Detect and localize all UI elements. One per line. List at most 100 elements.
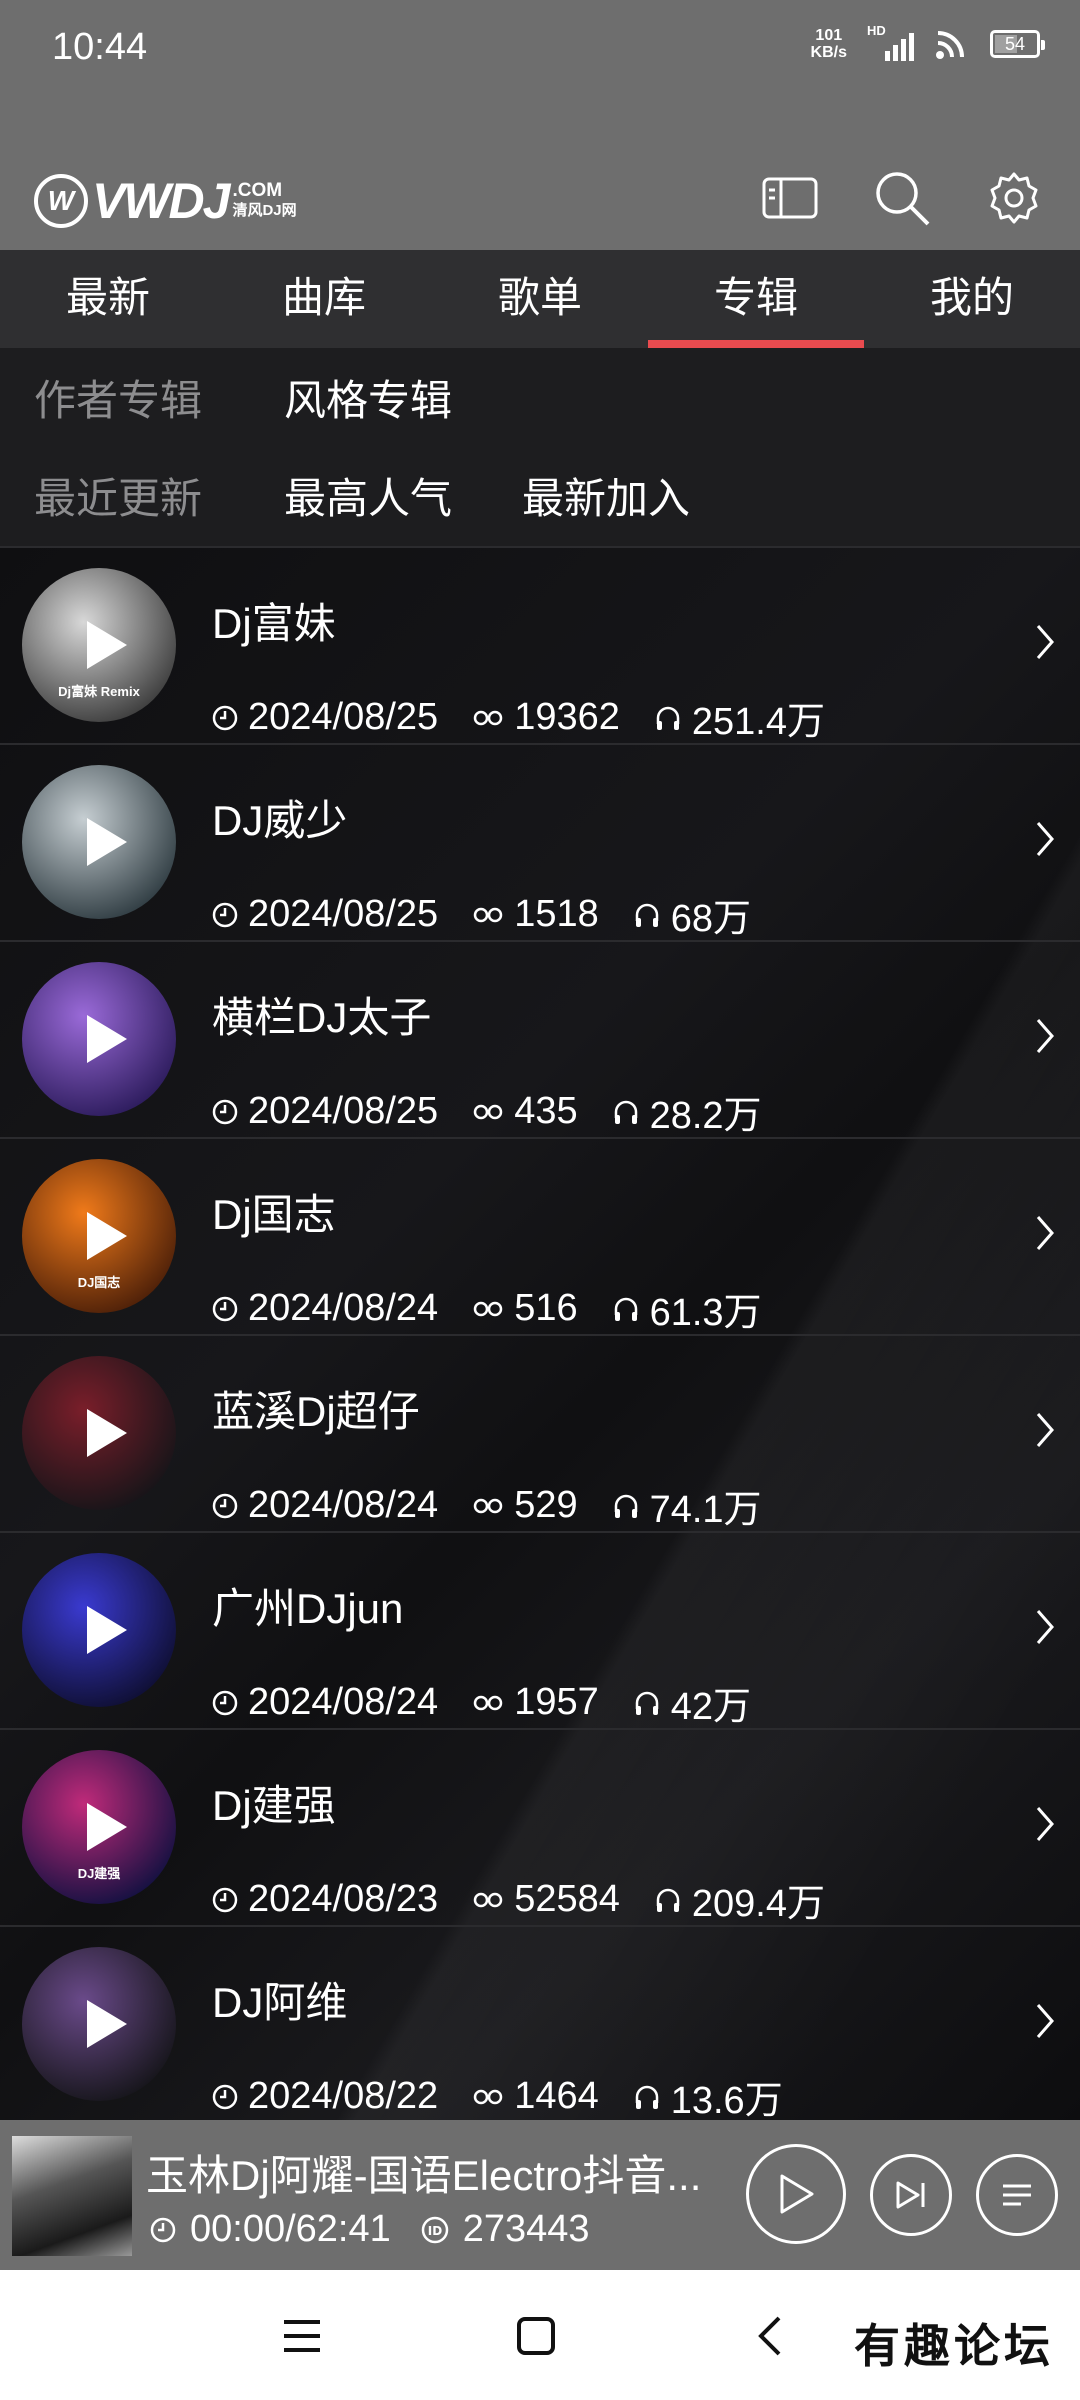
album-cover[interactable]: DJ建强 [22, 1750, 176, 1904]
chevron-right-icon[interactable] [1034, 1014, 1058, 1063]
chevron-right-icon[interactable] [1034, 1605, 1058, 1654]
tab-mine[interactable]: 我的 [864, 250, 1080, 348]
album-date: 2024/08/25 [248, 696, 439, 738]
sort-newest-added[interactable]: 最新加入 [522, 465, 690, 526]
album-row[interactable]: 蓝溪Dj超仔 2024/08/24 529 74.1万 [0, 1334, 1080, 1531]
tablet-icon[interactable] [760, 168, 820, 228]
album-row[interactable]: DJ建强 Dj建强 2024/08/23 52584 209.4万 [0, 1728, 1080, 1925]
album-row[interactable]: DJ威少 2024/08/25 1518 68万 [0, 743, 1080, 940]
album-date: 2024/08/22 [248, 2075, 439, 2117]
album-row[interactable]: DJ国志 Dj国志 2024/08/24 516 61.3万 [0, 1137, 1080, 1334]
next-button[interactable] [870, 2154, 952, 2236]
play-icon[interactable] [87, 1803, 127, 1851]
infinity-icon [473, 1695, 503, 1710]
filter-author-albums[interactable]: 作者专辑 [34, 367, 284, 428]
chevron-right-icon[interactable] [1034, 1408, 1058, 1457]
album-title: 蓝溪Dj超仔 [212, 1388, 420, 1435]
play-icon[interactable] [87, 1606, 127, 1654]
album-cover[interactable] [22, 962, 176, 1116]
nav-home-button[interactable] [506, 2306, 566, 2366]
play-icon[interactable] [87, 1212, 127, 1260]
album-row[interactable]: 横栏DJ太子 2024/08/25 435 28.2万 [0, 940, 1080, 1137]
clock-icon [150, 2217, 176, 2242]
skip-next-icon [896, 2181, 925, 2209]
album-cover[interactable]: Dj富妹 Remix [22, 568, 176, 722]
headphones-icon [614, 1297, 637, 1321]
logo-mark: W [34, 174, 88, 228]
album-cover-text: DJ建强 [77, 1866, 121, 1881]
chevron-right-icon [1036, 1413, 1054, 1447]
album-title: DJ阿维 [212, 1979, 348, 2026]
logo-subtext: .COM 清风DJ网 [232, 181, 296, 221]
mini-player[interactable]: 玉林Dj阿耀-国语Electro抖音... 00:00/62:41 ID 273… [0, 2120, 1080, 2270]
nav-back-button[interactable] [740, 2306, 800, 2366]
chevron-right-icon[interactable] [1034, 817, 1058, 866]
headphones-icon [635, 2085, 658, 2109]
search-icon[interactable] [872, 168, 932, 228]
chevron-right-icon [1036, 1216, 1054, 1250]
chevron-right-icon[interactable] [1034, 1802, 1058, 1851]
album-cover[interactable] [22, 1356, 176, 1510]
tab-playlists[interactable]: 歌单 [432, 250, 648, 348]
chevron-right-icon[interactable] [1034, 1999, 1058, 2048]
album-meta: 2024/08/25 435 28.2万 [212, 1084, 796, 1139]
album-date: 2024/08/24 [248, 1287, 439, 1329]
infinity-icon [473, 907, 503, 922]
app-logo: W VWDJ .COM 清风DJ网 [34, 172, 297, 230]
sort-most-popular[interactable]: 最高人气 [284, 465, 452, 526]
album-links: 1957 [514, 1681, 599, 1723]
album-meta: 2024/08/23 52584 209.4万 [212, 1872, 859, 1927]
album-cover[interactable]: DJ国志 [22, 1159, 176, 1313]
chevron-right-icon [1036, 822, 1054, 856]
album-cover[interactable] [22, 1947, 176, 2101]
clock-icon [212, 705, 238, 730]
album-date: 2024/08/24 [248, 1484, 439, 1526]
tab-library[interactable]: 曲库 [216, 250, 432, 348]
chevron-right-icon[interactable] [1034, 1211, 1058, 1260]
play-button[interactable] [746, 2144, 846, 2244]
album-date: 2024/08/25 [248, 1090, 439, 1132]
album-cover[interactable] [22, 1553, 176, 1707]
album-plays: 251.4万 [691, 701, 825, 743]
clock-icon [212, 1296, 238, 1321]
album-row[interactable]: DJ阿维 2024/08/22 1464 13.6万 [0, 1925, 1080, 2120]
album-links: 529 [514, 1484, 578, 1526]
album-date: 2024/08/24 [248, 1681, 439, 1723]
battery-icon: 54 [990, 30, 1045, 58]
album-row[interactable]: 广州DJjun 2024/08/24 1957 42万 [0, 1531, 1080, 1728]
album-cover[interactable] [22, 765, 176, 919]
album-meta: 2024/08/25 19362 251.4万 [212, 690, 859, 745]
play-icon[interactable] [87, 621, 127, 669]
gear-icon[interactable] [984, 168, 1044, 228]
album-title: Dj建强 [212, 1782, 336, 1829]
play-icon[interactable] [87, 2000, 127, 2048]
player-song-title: 玉林Dj阿耀-国语Electro抖音... [146, 2152, 702, 2199]
status-icons: 101 KB/s HD 54 [811, 22, 1045, 66]
album-date: 2024/08/23 [248, 1878, 439, 1920]
album-row[interactable]: Dj富妹 Remix Dj富妹 2024/08/25 19362 251.4万 [0, 546, 1080, 743]
filter-style-albums[interactable]: 风格专辑 [284, 367, 452, 428]
album-links: 516 [514, 1287, 578, 1329]
sort-recent-updated[interactable]: 最近更新 [34, 465, 284, 526]
chevron-right-icon [1036, 625, 1054, 659]
nav-menu-button[interactable] [272, 2306, 332, 2366]
play-icon[interactable] [87, 818, 127, 866]
chevron-right-icon[interactable] [1034, 620, 1058, 669]
clock-icon [212, 902, 238, 927]
playlist-button[interactable] [976, 2154, 1058, 2236]
tab-albums[interactable]: 专辑 [648, 250, 864, 348]
chevron-right-icon [1036, 2004, 1054, 2038]
main-tabs: 最新 曲库 歌单 专辑 我的 [0, 250, 1080, 348]
album-links: 52584 [514, 1878, 620, 1920]
chevron-right-icon [1036, 1610, 1054, 1644]
player-cover[interactable] [12, 2136, 132, 2256]
header-actions [760, 168, 1044, 228]
play-icon[interactable] [87, 1015, 127, 1063]
album-meta: 2024/08/25 1518 68万 [212, 887, 785, 942]
infinity-icon [473, 1498, 503, 1513]
infinity-icon [473, 1104, 503, 1119]
play-icon[interactable] [87, 1409, 127, 1457]
tab-latest[interactable]: 最新 [0, 250, 216, 348]
album-date: 2024/08/25 [248, 893, 439, 935]
logo-brand: VWDJ [92, 173, 230, 229]
